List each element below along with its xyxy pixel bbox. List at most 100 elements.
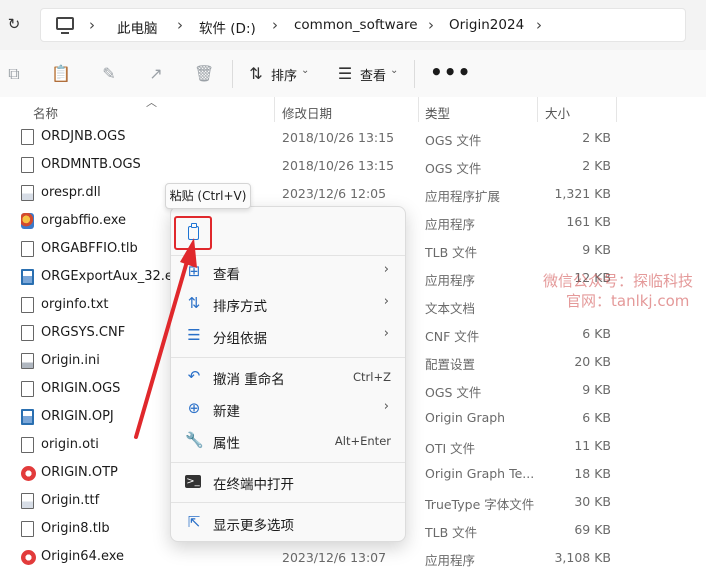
file-size: 6 KB bbox=[582, 410, 611, 425]
file-icon bbox=[21, 466, 36, 481]
chevron-right-icon[interactable]: › bbox=[89, 16, 95, 34]
file-name: origin.oti bbox=[41, 437, 99, 452]
breadcrumb-this-pc[interactable]: 此电脑 bbox=[117, 17, 158, 37]
menu-item-group-by[interactable]: ☰ 分组依据 › bbox=[171, 320, 407, 352]
menu-divider bbox=[171, 357, 405, 358]
file-size: 161 KB bbox=[566, 214, 611, 229]
file-row[interactable]: orespr.dll 2023/12/6 12:05 应用程序扩展 1,321 KB bbox=[0, 179, 706, 207]
file-icon bbox=[21, 521, 34, 537]
refresh-icon[interactable]: ↻ bbox=[4, 14, 24, 34]
terminal-icon: >_ bbox=[185, 475, 201, 488]
file-type: OTI 文件 bbox=[425, 441, 476, 456]
chevron-down-icon[interactable]: ⌄ bbox=[301, 65, 309, 76]
file-size: 1,321 KB bbox=[554, 186, 611, 201]
view-button[interactable]: 查看 bbox=[360, 65, 386, 84]
file-type: Origin Graph bbox=[425, 410, 506, 425]
sort-icon[interactable]: ⇅ bbox=[246, 64, 266, 84]
menu-item-label: 显示更多选项 bbox=[213, 518, 294, 534]
menu-item-view[interactable]: ⊞ 查看 › bbox=[171, 256, 407, 288]
menu-item-show-more-options[interactable]: ⇱ 显示更多选项 bbox=[171, 507, 407, 539]
chevron-right-icon[interactable]: › bbox=[428, 16, 434, 34]
file-name: ORGSYS.CNF bbox=[41, 325, 126, 340]
menu-divider bbox=[171, 502, 405, 503]
menu-item-new[interactable]: ⊕ 新建 › bbox=[171, 393, 407, 425]
file-type: 应用程序 bbox=[425, 273, 476, 288]
file-row[interactable]: ORDJNB.OGS 2018/10/26 13:15 OGS 文件 2 KB bbox=[0, 123, 706, 151]
file-name: ORDMNTB.OGS bbox=[41, 157, 141, 172]
file-icon bbox=[21, 381, 34, 397]
file-icon bbox=[21, 129, 34, 145]
breadcrumb[interactable]: › 此电脑 › 软件 (D:) › common_software › Orig… bbox=[40, 8, 686, 42]
rename-icon[interactable]: ✎ bbox=[99, 64, 119, 84]
column-divider[interactable] bbox=[537, 97, 538, 122]
file-size: 3,108 KB bbox=[554, 550, 611, 565]
file-size: 6 KB bbox=[582, 326, 611, 341]
file-row[interactable]: ORDMNTB.OGS 2018/10/26 13:15 OGS 文件 2 KB bbox=[0, 151, 706, 179]
file-icon bbox=[21, 297, 34, 313]
menu-item-shortcut: Ctrl+Z bbox=[353, 370, 391, 384]
breadcrumb-drive-d[interactable]: 软件 (D:) bbox=[199, 17, 256, 37]
column-header-modified[interactable]: 修改日期 bbox=[282, 103, 332, 122]
file-name: Origin.ttf bbox=[41, 493, 100, 508]
chevron-down-icon[interactable]: ⌄ bbox=[390, 65, 398, 76]
share-icon[interactable]: ↗ bbox=[146, 64, 166, 84]
view-icon[interactable]: ☰ bbox=[335, 64, 355, 84]
delete-icon[interactable]: 🗑 bbox=[194, 64, 214, 84]
file-icon bbox=[21, 269, 34, 285]
file-size: 30 KB bbox=[574, 494, 611, 509]
file-icon bbox=[21, 325, 34, 341]
file-size: 9 KB bbox=[582, 242, 611, 257]
menu-item-properties[interactable]: 🔧 属性 Alt+Enter bbox=[171, 425, 407, 457]
file-type: OGS 文件 bbox=[425, 133, 482, 148]
menu-divider bbox=[171, 462, 405, 463]
paste-icon[interactable]: 📋 bbox=[51, 64, 71, 84]
file-name: ORIGIN.OGS bbox=[41, 381, 121, 396]
file-name: Origin64.exe bbox=[41, 549, 125, 564]
chevron-right-icon[interactable]: › bbox=[177, 16, 183, 34]
chevron-right-icon: › bbox=[383, 262, 389, 277]
more-options-button[interactable]: ••• bbox=[430, 60, 471, 84]
file-type: 配置设置 bbox=[425, 357, 476, 372]
menu-item-label: 分组依据 bbox=[213, 331, 267, 347]
file-icon bbox=[21, 493, 34, 509]
file-icon bbox=[21, 185, 34, 201]
column-divider[interactable] bbox=[274, 97, 275, 122]
file-size: 18 KB bbox=[574, 466, 611, 481]
menu-item-undo-rename[interactable]: ↶ 撤消 重命名 Ctrl+Z bbox=[171, 361, 407, 393]
file-icon bbox=[21, 241, 34, 257]
file-size: 69 KB bbox=[574, 522, 611, 537]
menu-item-sort-by[interactable]: ⇅ 排序方式 › bbox=[171, 288, 407, 320]
file-type: OGS 文件 bbox=[425, 385, 482, 400]
column-header-name[interactable]: 名称 bbox=[33, 103, 58, 122]
file-type: 应用程序 bbox=[425, 553, 476, 568]
menu-item-label: 属性 bbox=[213, 436, 240, 452]
file-icon bbox=[21, 353, 34, 369]
column-header-type[interactable]: 类型 bbox=[425, 103, 450, 122]
file-name: Origin8.tlb bbox=[41, 521, 110, 536]
file-modified: 2018/10/26 13:15 bbox=[282, 158, 395, 173]
column-header-size[interactable]: 大小 bbox=[545, 103, 570, 122]
toolbar-divider bbox=[414, 60, 415, 88]
menu-item-open-in-terminal[interactable]: >_ 在终端中打开 bbox=[171, 466, 407, 498]
toolbar-divider bbox=[232, 60, 233, 88]
sort-button[interactable]: 排序 bbox=[271, 65, 297, 84]
breadcrumb-common-software[interactable]: common_software bbox=[294, 17, 418, 33]
copy-icon[interactable]: ⧉ bbox=[4, 64, 24, 84]
column-divider[interactable] bbox=[418, 97, 419, 122]
paste-button[interactable] bbox=[174, 216, 212, 250]
file-icon bbox=[21, 409, 34, 425]
file-icon bbox=[21, 157, 34, 173]
file-size: 20 KB bbox=[574, 354, 611, 369]
menu-item-label: 撤消 重命名 bbox=[213, 372, 285, 388]
undo-icon: ↶ bbox=[187, 367, 201, 385]
wrench-icon: 🔧 bbox=[185, 431, 204, 449]
breadcrumb-origin2024[interactable]: Origin2024 bbox=[449, 17, 524, 33]
chevron-right-icon[interactable]: › bbox=[536, 16, 542, 34]
file-type: 文本文档 bbox=[425, 301, 476, 316]
chevron-right-icon[interactable]: › bbox=[272, 16, 278, 34]
computer-icon[interactable] bbox=[56, 17, 74, 34]
file-row[interactable]: Origin64.exe 2023/12/6 13:07 应用程序 3,108 KB bbox=[0, 543, 706, 571]
column-divider[interactable] bbox=[616, 97, 617, 122]
more-options-icon: ⇱ bbox=[187, 513, 201, 531]
file-name: orespr.dll bbox=[41, 185, 101, 200]
